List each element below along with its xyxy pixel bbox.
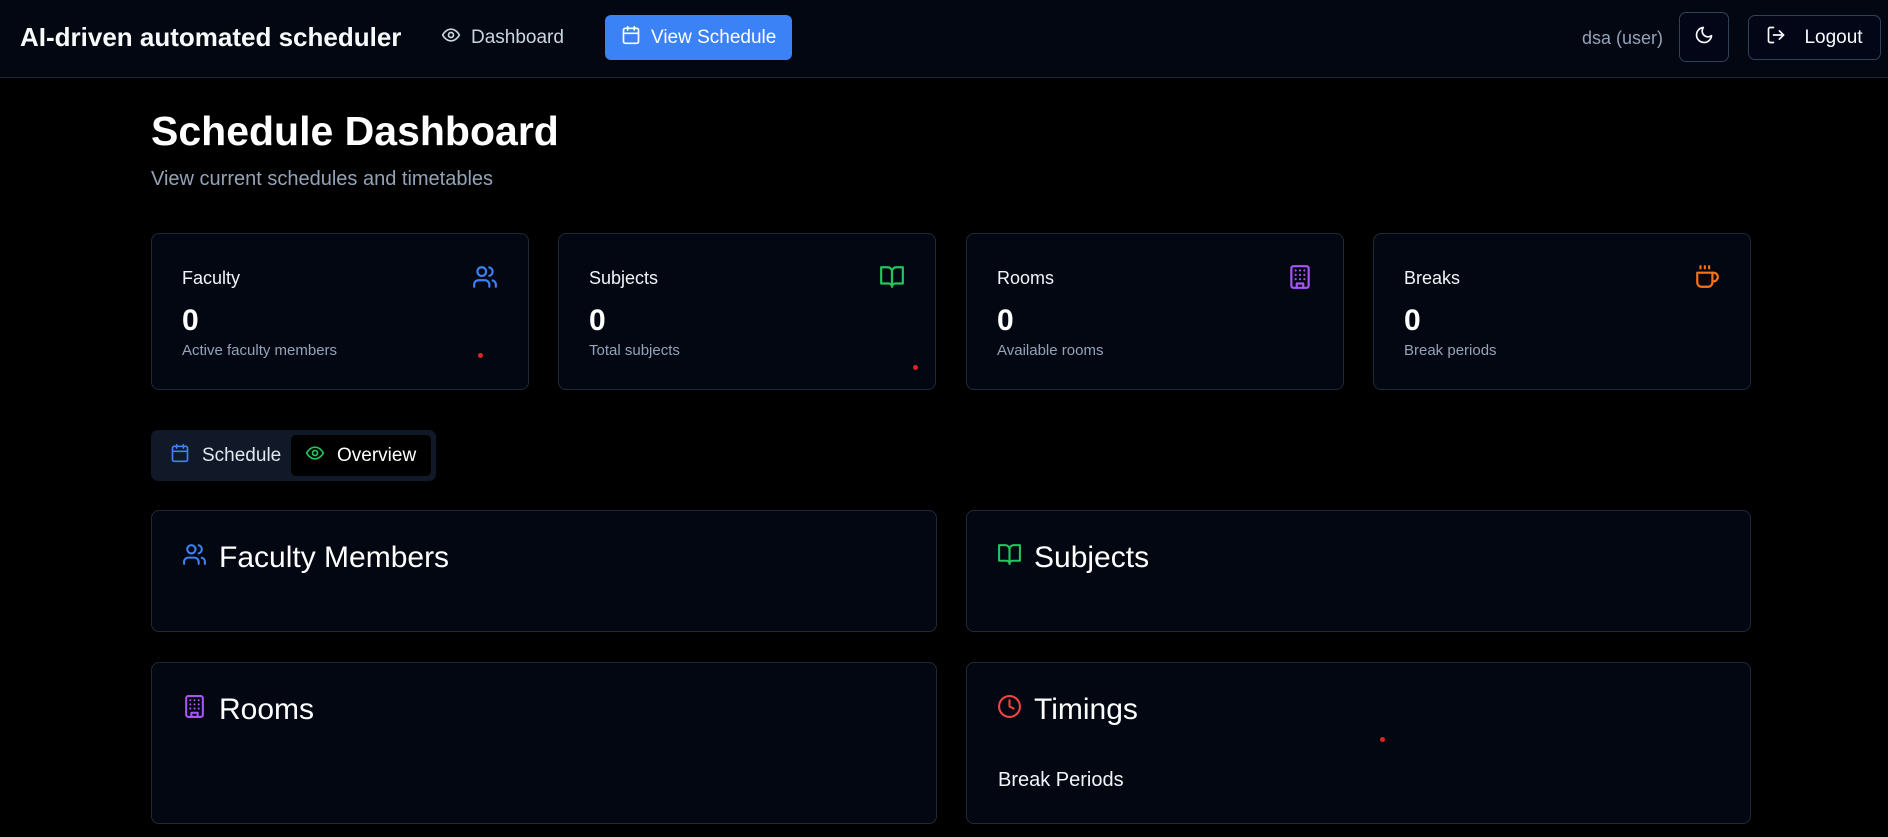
app-title: AI-driven automated scheduler: [20, 22, 402, 52]
panel-title: Subjects: [1034, 541, 1150, 574]
logout-icon: [1766, 25, 1786, 51]
eye-icon: [441, 25, 461, 51]
tab-schedule[interactable]: Schedule: [156, 435, 295, 476]
top-navbar: AI-driven automated scheduler Dashboard …: [0, 0, 1888, 78]
logout-button[interactable]: Logout: [1748, 15, 1881, 60]
page-subtitle: View current schedules and timetables: [151, 168, 494, 190]
stat-card-breaks: Breaks 0 Break periods: [1373, 233, 1751, 390]
calendar-icon: [170, 443, 190, 469]
book-open-icon: [879, 264, 905, 290]
break-periods-heading: Break Periods: [998, 769, 1124, 791]
theme-toggle-button[interactable]: [1679, 12, 1729, 62]
nav-dashboard-label: Dashboard: [471, 26, 564, 48]
faculty-members-panel: Faculty Members: [151, 510, 937, 632]
subjects-panel: Subjects: [966, 510, 1751, 632]
stat-value: 0: [997, 304, 1014, 337]
stat-value: 0: [1404, 304, 1421, 337]
tab-schedule-label: Schedule: [202, 444, 282, 466]
stat-description: Break periods: [1404, 342, 1497, 359]
stat-label: Faculty: [182, 268, 241, 288]
stat-label: Rooms: [997, 268, 1055, 288]
stat-card-rooms: Rooms 0 Available rooms: [966, 233, 1344, 390]
stat-value: 0: [182, 304, 199, 337]
nav-dashboard-button[interactable]: Dashboard: [425, 15, 580, 60]
clock-icon: [997, 693, 1022, 727]
indicator-dot: [478, 353, 483, 358]
current-user-label: dsa (user): [1582, 28, 1664, 48]
stat-card-subjects: Subjects 0 Total subjects: [558, 233, 936, 390]
stat-card-faculty: Faculty 0 Active faculty members: [151, 233, 529, 390]
stat-value: 0: [589, 304, 606, 337]
stat-description: Total subjects: [589, 342, 680, 359]
panel-title: Rooms: [219, 693, 315, 726]
stat-label: Breaks: [1404, 268, 1461, 288]
building-icon: [1287, 264, 1313, 290]
stat-description: Active faculty members: [182, 342, 338, 359]
users-icon: [472, 264, 498, 290]
tab-overview-label: Overview: [337, 444, 417, 466]
nav-view-schedule-button[interactable]: View Schedule: [605, 15, 793, 60]
users-icon: [182, 541, 207, 575]
calendar-icon: [621, 25, 641, 51]
view-tabs: Schedule Overview: [151, 430, 436, 481]
stat-label: Subjects: [589, 268, 659, 288]
stat-description: Available rooms: [997, 342, 1104, 359]
timings-panel: Timings Break Periods: [966, 662, 1751, 824]
eye-icon: [305, 443, 325, 469]
indicator-dot: [913, 365, 918, 370]
book-open-icon: [997, 541, 1022, 575]
nav-view-schedule-label: View Schedule: [651, 26, 777, 48]
logout-label: Logout: [1804, 26, 1863, 48]
panel-title: Faculty Members: [219, 541, 450, 574]
coffee-icon: [1694, 264, 1720, 290]
tab-overview[interactable]: Overview: [291, 435, 431, 476]
moon-icon: [1694, 25, 1714, 50]
rooms-panel: Rooms: [151, 662, 937, 824]
indicator-dot: [1380, 737, 1385, 742]
building-icon: [182, 693, 207, 727]
page-title: Schedule Dashboard: [151, 108, 559, 154]
panel-title: Timings: [1034, 693, 1138, 726]
